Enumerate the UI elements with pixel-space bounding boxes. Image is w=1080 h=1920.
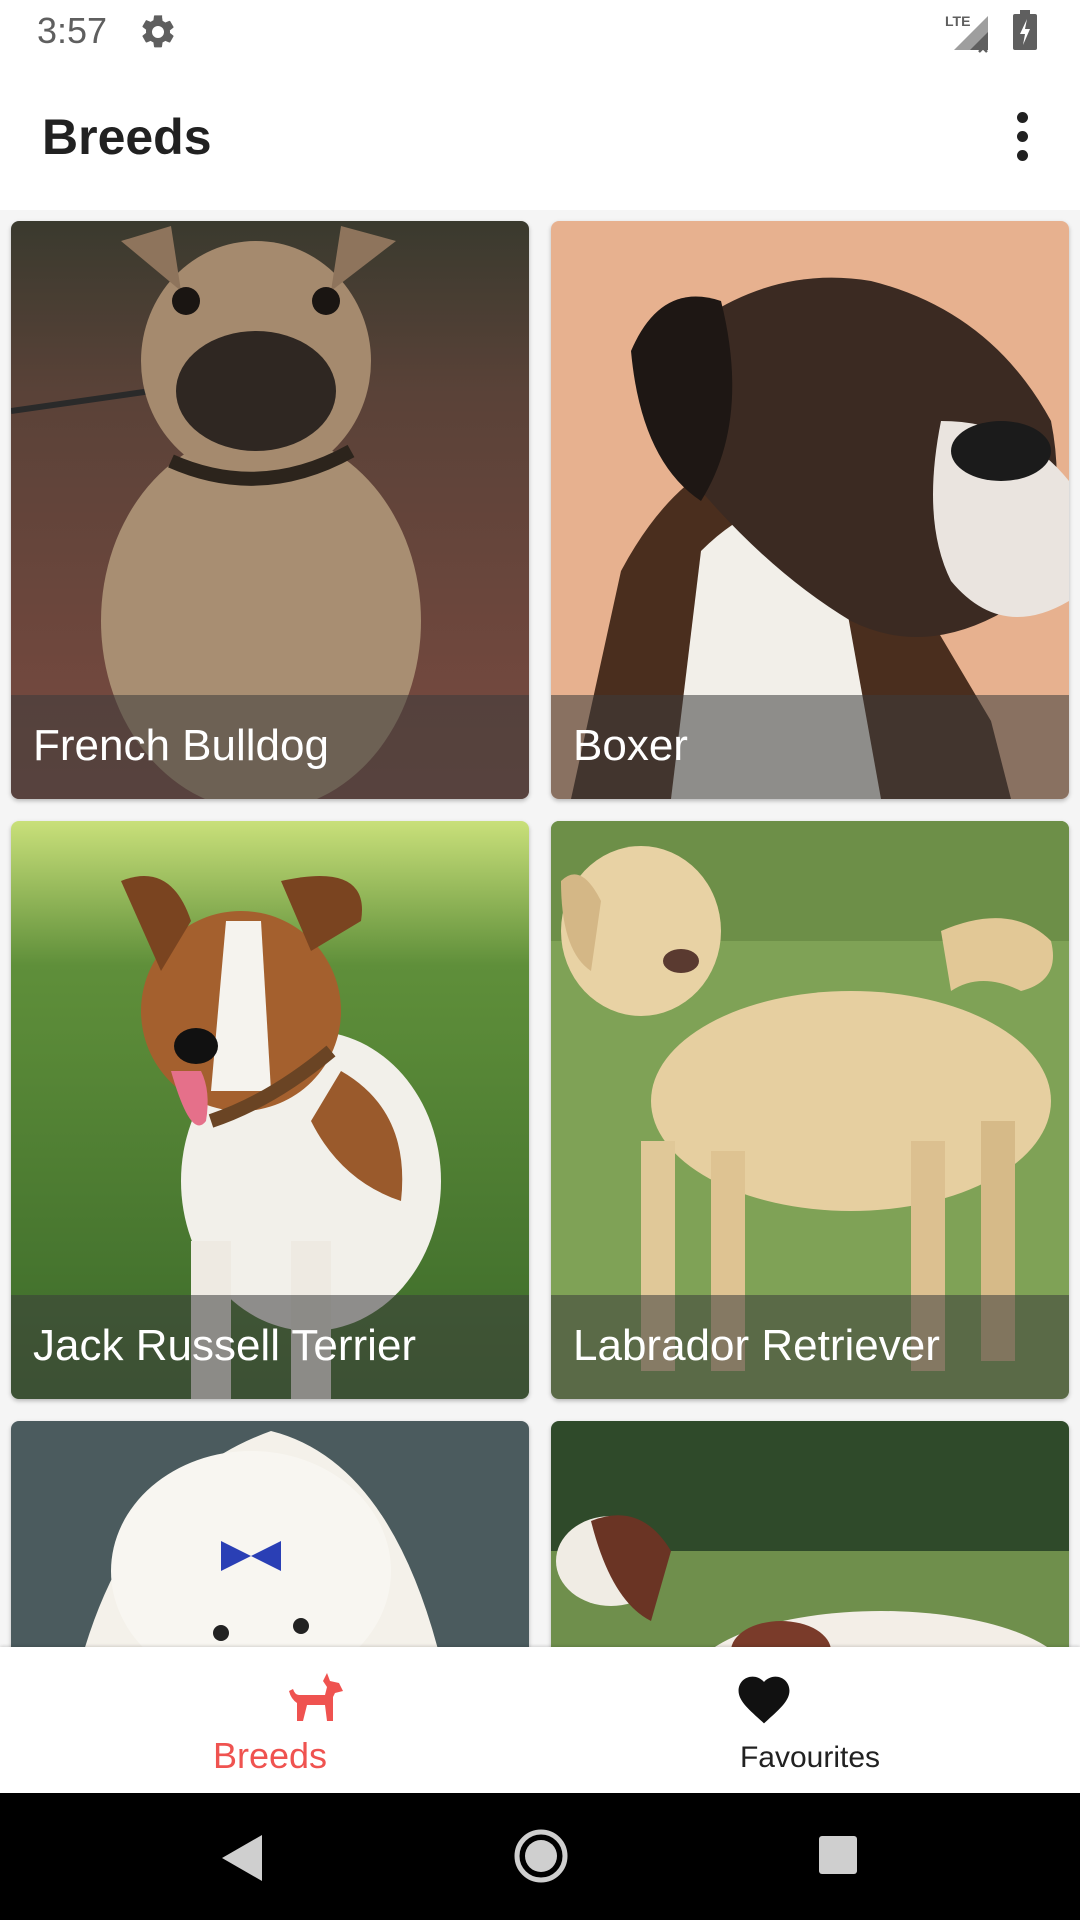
nav-label-breeds: Breeds bbox=[212, 1735, 328, 1776]
bottom-navigation: Breeds Favourites bbox=[0, 1647, 1080, 1793]
breed-photo bbox=[11, 1421, 529, 1647]
breed-name: Labrador Retriever bbox=[573, 1321, 940, 1370]
heart-icon bbox=[738, 1676, 790, 1724]
nav-item-favourites[interactable]: Favourites bbox=[540, 1647, 1080, 1793]
signal-icon: LTE bbox=[945, 13, 988, 53]
breed-card[interactable]: French Bulldog bbox=[11, 221, 529, 799]
battery-charging-icon bbox=[1013, 10, 1037, 50]
nav-item-breeds[interactable]: Breeds bbox=[0, 1647, 540, 1793]
breed-caption: Boxer bbox=[551, 695, 1069, 799]
network-type-label: LTE bbox=[945, 13, 970, 29]
gear-icon bbox=[142, 15, 174, 48]
breed-card[interactable]: Boxer bbox=[551, 221, 1069, 799]
breed-caption: Jack Russell Terrier bbox=[11, 1295, 529, 1399]
breed-name: French Bulldog bbox=[33, 721, 329, 770]
home-icon[interactable] bbox=[514, 1829, 568, 1883]
recents-icon[interactable] bbox=[818, 1835, 858, 1875]
back-icon[interactable] bbox=[218, 1833, 264, 1883]
system-navigation-bar bbox=[0, 1793, 1080, 1920]
app-bar: Breeds bbox=[0, 64, 1080, 210]
breed-name: Jack Russell Terrier bbox=[33, 1321, 417, 1370]
page-title: Breeds bbox=[42, 109, 212, 165]
breed-card[interactable]: Jack Russell Terrier bbox=[11, 821, 529, 1399]
more-vert-icon[interactable] bbox=[1000, 104, 1044, 168]
breed-caption: French Bulldog bbox=[11, 695, 529, 799]
breed-card[interactable]: Labrador Retriever bbox=[551, 821, 1069, 1399]
status-bar: 3:57 LTE bbox=[0, 0, 1080, 64]
breed-card[interactable] bbox=[551, 1421, 1069, 1647]
breed-grid[interactable]: French Bulldog Boxer Jack Russell Terrie… bbox=[0, 210, 1080, 1647]
breed-card[interactable] bbox=[11, 1421, 529, 1647]
dog-icon bbox=[289, 1673, 343, 1721]
breed-caption: Labrador Retriever bbox=[551, 1295, 1069, 1399]
breed-name: Boxer bbox=[573, 721, 688, 770]
breed-photo bbox=[551, 1421, 1069, 1647]
status-time: 3:57 bbox=[37, 10, 108, 51]
nav-label-favourites: Favourites bbox=[739, 1741, 881, 1774]
